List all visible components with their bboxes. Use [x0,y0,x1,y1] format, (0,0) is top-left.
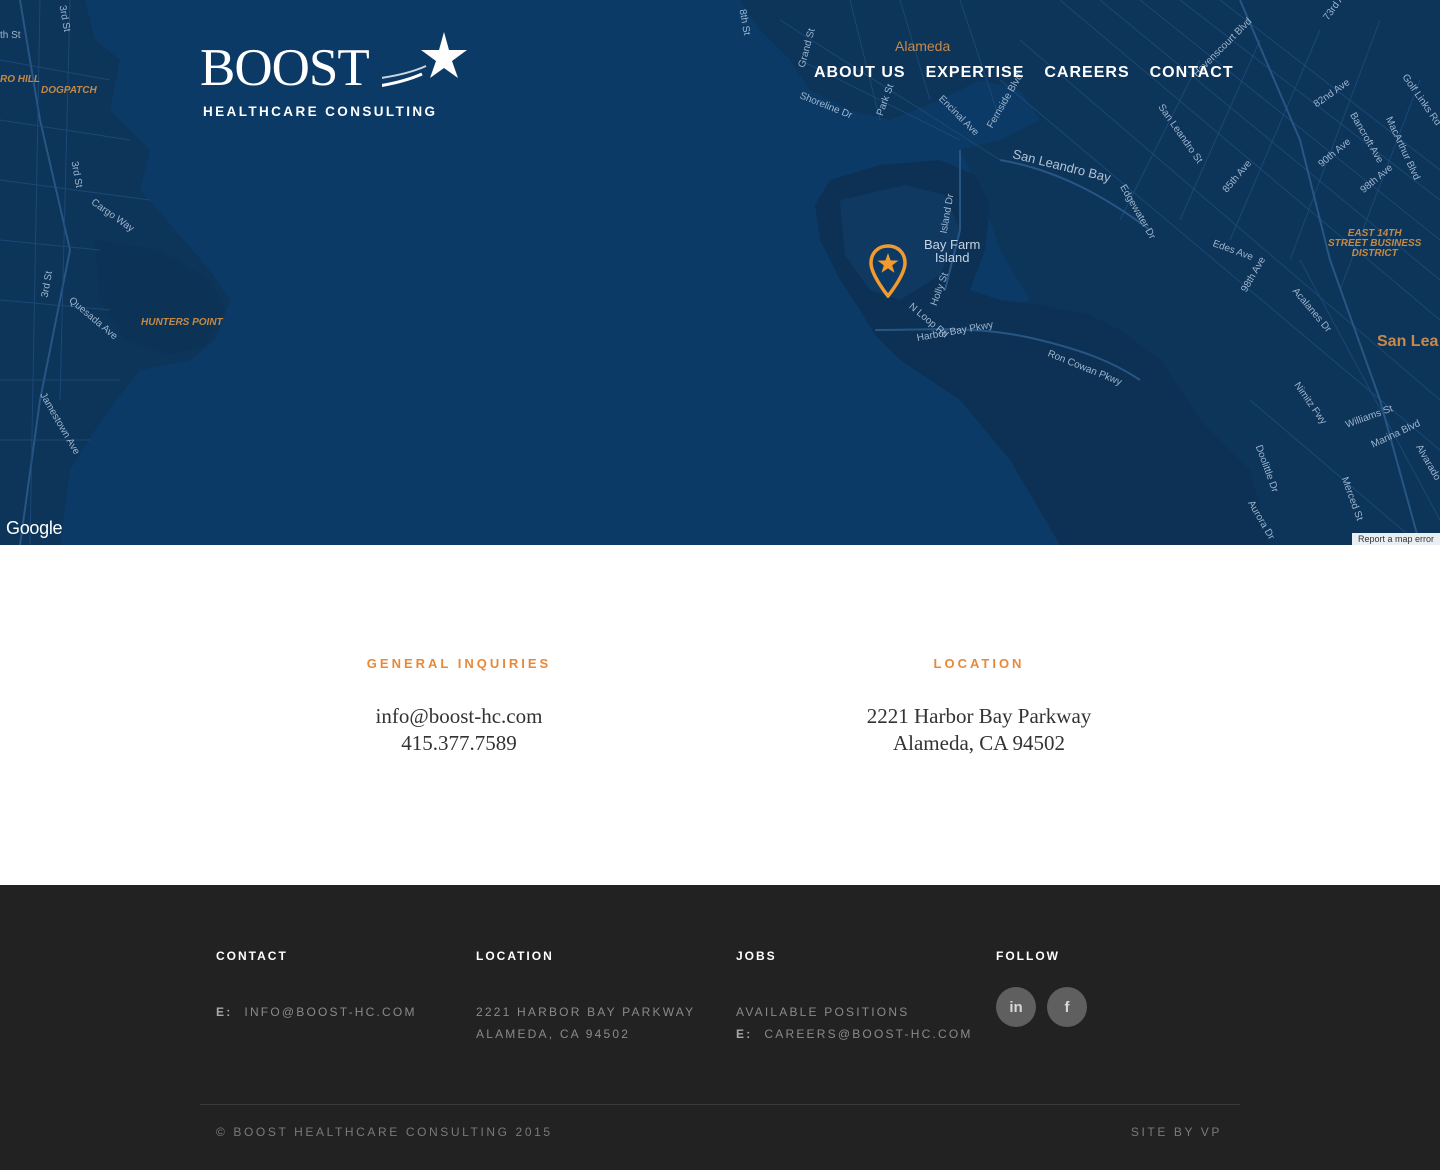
map-label-bay-farm-island: Bay Farm Island [924,238,980,264]
footer-jobs-column: JOBS AVAILABLE POSITIONS E: CAREERS@BOOST… [736,949,973,1045]
footer-jobs-heading: JOBS [736,949,777,963]
location-heading: LOCATION [933,656,1025,671]
star-map-pin-icon [869,244,907,299]
map-label-alameda: Alameda [895,38,951,54]
footer-follow-heading: FOLLOW [996,949,1060,963]
location-pin[interactable] [869,244,907,303]
map-label-hunters-point: HUNTERS POINT [141,317,223,328]
general-inquiries-email[interactable]: info@boost-hc.com [259,703,659,730]
general-inquiries-phone[interactable]: 415.377.7589 [259,730,659,757]
nav-contact[interactable]: CONTACT [1150,64,1234,82]
linkedin-button[interactable]: in [996,987,1036,1027]
map-label-east-14th-line3: DISTRICT [1351,248,1398,259]
footer-copyright: © BOOST HEALTHCARE CONSULTING 2015 [216,1125,553,1139]
footer-email-prefix: E: [216,1005,233,1019]
footer-location-line2: ALAMEDA, CA 94502 [476,1027,631,1041]
footer-contact-email-line: E: INFO@BOOST-HC.COM [216,1001,417,1023]
main-nav: ABOUT US EXPERTISE CAREERS CONTACT [814,64,1234,82]
map-label-east-14th: EAST 14TH STREET BUSINESS DISTRICT [1328,229,1421,259]
footer-contact-email-link[interactable]: INFO@BOOST-HC.COM [244,1005,416,1019]
map-label-th-st: th St [0,30,21,41]
location-street: 2221 Harbor Bay Parkway [866,704,1092,728]
social-links: in f [996,987,1087,1027]
footer-available-positions-link[interactable]: AVAILABLE POSITIONS [736,1001,973,1023]
facebook-icon: f [1064,998,1070,1016]
footer-location-heading: LOCATION [476,949,554,963]
location-block: LOCATION 2221 Harbor Bay Parkway Alameda… [779,656,1179,757]
map-label-ro-hill: RO HILL [0,74,40,85]
google-logo[interactable]: Google [6,518,63,539]
map-label-dogpatch: DOGPATCH [41,85,97,96]
map-hero[interactable]: Alameda Bay Farm Island San Leandro Bay … [0,0,1440,545]
map-label-san-leandro: San Lea [1377,333,1439,350]
footer-careers-email-prefix: E: [736,1027,753,1041]
footer-contact-heading: CONTACT [216,949,288,963]
nav-about-us[interactable]: ABOUT US [814,64,906,82]
linkedin-icon: in [1009,998,1023,1016]
brand-logo[interactable]: BOOST HEALTHCARE CONSULTING [200,30,470,125]
brand-logo-wordmark: BOOST [200,39,370,97]
footer-location-line1: 2221 HARBOR BAY PARKWAY [476,1005,696,1019]
facebook-button[interactable]: f [1047,987,1087,1027]
map-label-bay-farm-line2: Island [934,250,970,265]
footer-contact-column: CONTACT E: INFO@BOOST-HC.COM [216,949,417,1023]
general-inquiries-heading: GENERAL INQUIRIES [366,656,552,671]
brand-logo-tagline: HEALTHCARE CONSULTING [203,104,438,119]
footer-site-by-link[interactable]: SITE BY VP [1131,1125,1222,1139]
nav-careers[interactable]: CAREERS [1044,64,1129,82]
report-map-error-link[interactable]: Report a map error [1351,533,1440,545]
footer-divider [200,1104,1240,1105]
location-city: Alameda, CA 94502 [892,731,1066,755]
nav-expertise[interactable]: EXPERTISE [926,64,1025,82]
footer-careers-email-link[interactable]: CAREERS@BOOST-HC.COM [764,1027,972,1041]
general-inquiries-block: GENERAL INQUIRIES info@boost-hc.com 415.… [259,656,659,757]
footer-follow-column: FOLLOW in f [996,949,1087,1027]
site-footer: CONTACT E: INFO@BOOST-HC.COM LOCATION 222… [0,885,1440,1170]
footer-careers-email-line: E: CAREERS@BOOST-HC.COM [736,1023,973,1045]
footer-location-column: LOCATION 2221 HARBOR BAY PARKWAY ALAMEDA… [476,949,695,1045]
star-swoosh-icon [382,32,467,87]
